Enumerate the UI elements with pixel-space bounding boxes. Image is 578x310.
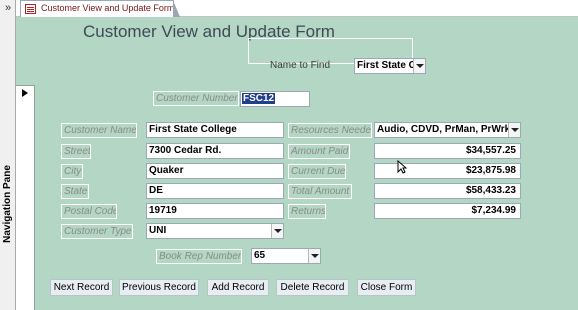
next-record-button[interactable]: Next Record (49, 278, 115, 298)
total-amount-label: Total Amount (288, 184, 352, 199)
document-tab[interactable]: Customer View and Update Form (20, 0, 180, 17)
customer-type-value: UNI (149, 225, 167, 236)
city-label: City (61, 164, 83, 179)
delete-record-button[interactable]: Delete Record (275, 278, 351, 298)
add-record-button[interactable]: Add Record (206, 278, 271, 298)
postal-code-label: Postal Code (61, 204, 117, 219)
returns-field[interactable]: $7,234.99 (374, 203, 521, 219)
close-form-button[interactable]: Close Form (356, 278, 418, 298)
customer-number-label: Customer Number (153, 91, 239, 106)
previous-record-button[interactable]: Previous Record (118, 278, 201, 298)
record-selector[interactable] (16, 85, 35, 310)
document-tab-title: Customer View and Update Form (41, 3, 175, 13)
customer-type-combo[interactable]: UNI (146, 223, 284, 239)
resources-needed-label: Resources Needed (288, 123, 372, 138)
dropdown-arrow-icon[interactable] (271, 224, 283, 238)
state-label: State (61, 184, 89, 199)
document-tab-strip: Customer View and Update Form (16, 0, 578, 17)
form-icon (25, 4, 36, 14)
amount-paid-label: Amount Paid (288, 144, 350, 159)
street-field[interactable]: 7300 Cedar Rd. (146, 143, 284, 159)
dropdown-arrow-icon[interactable] (413, 59, 425, 73)
customer-type-label: Customer Type (61, 224, 133, 239)
street-label: Street (61, 144, 91, 159)
customer-name-label: Customer Name (61, 123, 137, 138)
dropdown-arrow-icon[interactable] (508, 123, 520, 137)
mouse-cursor-icon (397, 160, 407, 174)
customer-number-field[interactable]: FSC12 (240, 91, 310, 107)
dropdown-arrow-icon[interactable] (308, 249, 320, 263)
book-rep-number-combo[interactable]: 65 (251, 248, 321, 264)
name-to-find-label: Name to Find (270, 60, 331, 71)
expand-nav-pane-icon[interactable]: » (1, 1, 15, 15)
city-field[interactable]: Quaker (146, 163, 284, 179)
total-amount-field[interactable]: $58,433.23 (374, 183, 521, 199)
customer-name-field[interactable]: First State College (146, 122, 284, 138)
current-due-label: Current Due (288, 164, 346, 179)
resources-needed-value: Audio, CDVD, PrMan, PrWrk (377, 124, 511, 135)
resources-needed-combo[interactable]: Audio, CDVD, PrMan, PrWrk (374, 122, 521, 138)
navigation-pane-label[interactable]: Navigation Pane (1, 160, 15, 248)
customer-number-value: FSC12 (242, 93, 276, 104)
navigation-pane[interactable]: » Navigation Pane (0, 0, 16, 310)
postal-code-field[interactable]: 19719 (146, 203, 284, 219)
returns-label: Returns (288, 204, 326, 219)
book-rep-number-label: Book Rep Number (156, 249, 242, 264)
record-selector-arrow-icon (22, 89, 28, 97)
state-field[interactable]: DE (146, 183, 284, 199)
name-to-find-combo[interactable]: First State Co (354, 58, 426, 74)
amount-paid-field[interactable]: $34,557.25 (374, 143, 521, 159)
